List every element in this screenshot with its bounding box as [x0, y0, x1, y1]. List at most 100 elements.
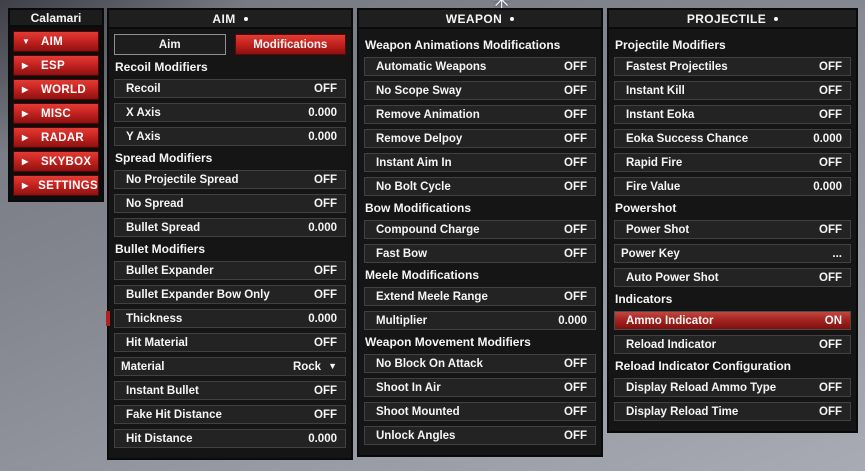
row-display-reload-ammo-type[interactable]: Display Reload Ammo TypeOFF — [614, 378, 851, 397]
row-value: OFF — [819, 85, 842, 97]
tab-bar: Aim Modifications — [114, 34, 346, 55]
row-no-block-on-attack[interactable]: No Block On Attack OFF — [364, 354, 596, 373]
row-value: 0.000 — [813, 181, 842, 193]
dropdown-value: Rock▼ — [293, 361, 337, 373]
row-material[interactable]: MaterialRock▼ — [114, 357, 346, 376]
row-instant-eoka[interactable]: Instant EokaOFF — [614, 105, 851, 124]
row-label: Shoot In Air — [376, 382, 441, 394]
row-label: Bullet Spread — [126, 222, 200, 234]
row-hit-distance[interactable]: Hit Distance0.000 — [114, 429, 346, 448]
row-label: No Block On Attack — [376, 358, 483, 370]
sidebar-item-skybox[interactable]: ▶SKYBOX — [13, 151, 99, 172]
row-value: OFF — [314, 385, 337, 397]
section-label: Weapon Animations Modifications — [365, 39, 595, 52]
row-unlock-angles[interactable]: Unlock AnglesOFF — [364, 426, 596, 445]
row-bullet-expander[interactable]: Bullet ExpanderOFF — [114, 261, 346, 280]
row-value: 0.000 — [308, 433, 337, 445]
panel-title: WEAPON — [446, 12, 502, 26]
row-hit-material[interactable]: Hit MaterialOFF — [114, 333, 346, 352]
row-instant-bullet[interactable]: Instant BulletOFF — [114, 381, 346, 400]
section-label: Meele Modifications — [365, 269, 595, 282]
row-fake-hit-distance[interactable]: Fake Hit DistanceOFF — [114, 405, 346, 424]
row-label: Reload Indicator — [626, 339, 716, 351]
row-display-reload-time[interactable]: Display Reload TimeOFF — [614, 402, 851, 421]
row-label: Power Key — [621, 248, 680, 260]
row-value: OFF — [564, 157, 587, 169]
row-instant-kill[interactable]: Instant Kill OFF — [614, 81, 851, 100]
row-value: OFF — [564, 358, 587, 370]
panel-title: PROJECTILE — [687, 12, 766, 26]
row-multiplier[interactable]: Multiplier0.000 — [364, 311, 596, 330]
row-value: OFF — [819, 272, 842, 284]
row-label: Multiplier — [376, 315, 427, 327]
panel-aim: AIM AimModificationsRecoil ModifiersReco… — [107, 8, 353, 460]
row-label: Shoot Mounted — [376, 406, 460, 418]
row-power-shot[interactable]: Power ShotOFF — [614, 220, 851, 239]
tab-modifications[interactable]: Modifications — [235, 34, 347, 55]
row-no-bolt-cycle[interactable]: No Bolt CycleOFF — [364, 177, 596, 196]
row-recoil[interactable]: RecoilOFF — [114, 79, 346, 98]
sidebar-items: ▼AIM ▶ESP ▶WORLD ▶ MISC ▶RADAR ▶SKYBOX ▶SETTING… — [10, 27, 102, 200]
row-thickness[interactable]: Thickness 0.000 — [114, 309, 346, 328]
row-fire-value[interactable]: Fire Value0.000 — [614, 177, 851, 196]
row-auto-power-shot[interactable]: Auto Power ShotOFF — [614, 268, 851, 287]
row-instant-aim-in[interactable]: Instant Aim InOFF — [364, 153, 596, 172]
panel-body: AimModificationsRecoil ModifiersRecoilOF… — [109, 29, 351, 458]
section-label: Bullet Modifiers — [115, 243, 345, 256]
row-x-axis[interactable]: X Axis0.000 — [114, 103, 346, 122]
row-value: 0.000 — [308, 131, 337, 143]
row-compound-charge[interactable]: Compound ChargeOFF — [364, 220, 596, 239]
row-rapid-fire[interactable]: Rapid FireOFF — [614, 153, 851, 172]
row-no-projectile-spread[interactable]: No Projectile SpreadOFF — [114, 170, 346, 189]
row-value: OFF — [819, 406, 842, 418]
triangle-right-icon: ▶ — [22, 110, 34, 118]
dot-icon — [510, 17, 514, 21]
row-value: OFF — [314, 198, 337, 210]
row-value: OFF — [314, 409, 337, 421]
sidebar-item-radar[interactable]: ▶RADAR — [13, 127, 99, 148]
row-power-key[interactable]: Power Key... — [614, 244, 851, 263]
row-automatic-weapons[interactable]: Automatic WeaponsOFF — [364, 57, 596, 76]
row-label: Automatic Weapons — [376, 61, 486, 73]
row-eoka-success-chance[interactable]: Eoka Success Chance0.000 — [614, 129, 851, 148]
row-bullet-expander-bow-only[interactable]: Bullet Expander Bow OnlyOFF — [114, 285, 346, 304]
row-remove-delpoy[interactable]: Remove DelpoyOFF — [364, 129, 596, 148]
row-fast-bow[interactable]: Fast BowOFF — [364, 244, 596, 263]
row-value: OFF — [819, 157, 842, 169]
tab-aim[interactable]: Aim — [114, 34, 226, 55]
row-no-spread[interactable]: No Spread OFF — [114, 194, 346, 213]
row-value: OFF — [564, 382, 587, 394]
row-reload-indicator[interactable]: Reload Indicator OFF — [614, 335, 851, 354]
row-label: No Projectile Spread — [126, 174, 238, 186]
row-value: OFF — [819, 109, 842, 121]
sidebar-item-esp[interactable]: ▶ESP — [13, 55, 99, 76]
row-ammo-indicator[interactable]: Ammo IndicatorON — [614, 311, 851, 330]
row-no-scope-sway[interactable]: No Scope SwayOFF — [364, 81, 596, 100]
row-value: 0.000 — [308, 313, 337, 325]
row-label: Instant Kill — [626, 85, 685, 97]
row-label: Y Axis — [126, 131, 161, 143]
row-extend-meele-range[interactable]: Extend Meele RangeOFF — [364, 287, 596, 306]
sidebar-item-aim[interactable]: ▼AIM — [13, 31, 99, 52]
row-label: Thickness — [126, 313, 182, 325]
row-label: Bullet Expander — [126, 265, 214, 277]
row-label: Display Reload Ammo Type — [626, 382, 776, 394]
row-value: Rock — [293, 361, 321, 373]
row-remove-animation[interactable]: Remove AnimationOFF — [364, 105, 596, 124]
row-fastest-projectiles[interactable]: Fastest ProjectilesOFF — [614, 57, 851, 76]
sidebar-item-settings[interactable]: ▶SETTINGS — [13, 175, 99, 196]
row-value: OFF — [819, 339, 842, 351]
row-label: Recoil — [126, 83, 161, 95]
row-shoot-in-air[interactable]: Shoot In Air OFF — [364, 378, 596, 397]
sidebar-item-label: MISC — [41, 108, 71, 120]
sidebar: Calamari ▼AIM▶ESP▶WORLD▶MISC▶RADAR▶SKYBO… — [8, 8, 104, 202]
row-label: No Spread — [126, 198, 184, 210]
row-bullet-spread[interactable]: Bullet Spread0.000 — [114, 218, 346, 237]
sidebar-item-label: WORLD — [41, 84, 86, 96]
panel-header: WEAPON — [359, 10, 601, 29]
row-shoot-mounted[interactable]: Shoot MountedOFF — [364, 402, 596, 421]
sidebar-item-world[interactable]: ▶WORLD — [13, 79, 99, 100]
sidebar-item-misc[interactable]: ▶ MISC — [13, 103, 99, 124]
panel-body: Projectile ModifiersFastest ProjectilesO… — [609, 29, 856, 431]
row-y-axis[interactable]: Y Axis 0.000 — [114, 127, 346, 146]
